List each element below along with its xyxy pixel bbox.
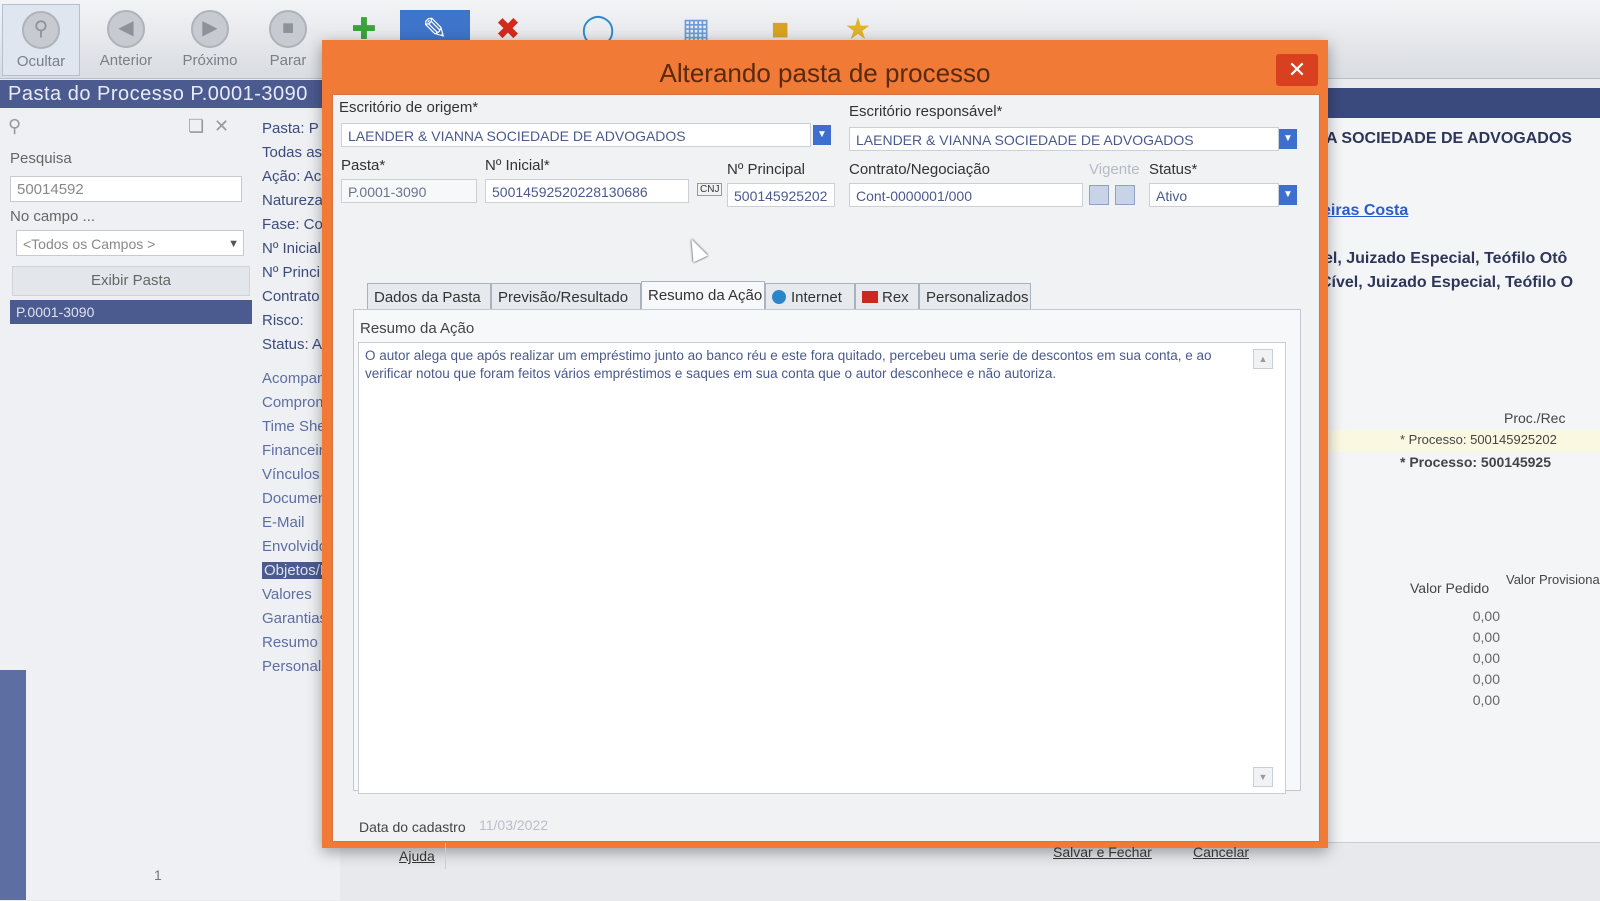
proc-2: * Processo: 500145925 <box>1400 454 1551 470</box>
cancel-button[interactable]: Cancelar <box>1193 839 1249 865</box>
status-label: Status* <box>1149 161 1198 178</box>
responsible-office-select[interactable]: LAENDER & VIANNA SOCIEDADE DE ADVOGADOS <box>849 127 1279 151</box>
field-label: No campo ... <box>10 208 96 225</box>
show-folder-button[interactable]: Exibir Pasta <box>12 266 250 296</box>
left-search-panel: ⚲ ❏ ✕ Pesquisa 50014592 No campo ... <To… <box>0 108 259 900</box>
summary-label: Resumo da Ação <box>360 320 475 337</box>
summary-textarea[interactable]: O autor alega que após realizar um empré… <box>358 342 1286 794</box>
tab-resumo-acao[interactable]: Resumo da Ação <box>641 281 765 311</box>
left-edge-strip <box>0 670 26 900</box>
tab-rex-label: Rex <box>882 289 909 306</box>
stop-button-label: Parar <box>269 52 307 69</box>
proc-1: * Processo: 500145925202 <box>1400 432 1557 447</box>
field-select[interactable]: <Todos os Campos > ▼ <box>16 230 244 256</box>
result-item-selected[interactable]: P.0001-3090 <box>10 300 252 324</box>
dialog-title: Alterando pasta de processo <box>659 58 991 88</box>
save-close-button[interactable]: Salvar e Fechar <box>1053 839 1152 865</box>
origin-office-select[interactable]: LAENDER & VIANNA SOCIEDADE DE ADVOGADOS <box>341 123 811 147</box>
tab-rex[interactable]: Rex <box>855 283 919 311</box>
dialog-body: Escritório de origem* LAENDER & VIANNA S… <box>332 94 1320 869</box>
clip-icon[interactable]: ❏ <box>188 116 204 137</box>
previous-button[interactable]: ◀ Anterior <box>88 4 164 74</box>
pasta-input[interactable]: P.0001-3090 <box>341 179 477 203</box>
globe-icon <box>772 290 786 304</box>
scroll-down-icon[interactable]: ▼ <box>1253 767 1273 787</box>
close-button[interactable]: ✕ <box>1276 54 1318 86</box>
summary-text: O autor alega que após realizar um empré… <box>365 348 1212 381</box>
flag-icon <box>862 291 878 303</box>
stop-icon: ■ <box>269 10 307 48</box>
stop-button[interactable]: ■ Parar <box>250 4 326 74</box>
arrow-left-icon: ◀ <box>107 10 145 48</box>
cnj-button[interactable]: CNJ <box>697 183 723 196</box>
field-select-value: <Todos os Campos > <box>23 236 156 252</box>
folder-title: Pasta do Processo P.0001-3090 <box>0 80 330 108</box>
main-number-input[interactable]: 500145925202 <box>727 183 835 207</box>
hide-button-label: Ocultar <box>16 53 66 70</box>
valor-5: 0,00 <box>1472 692 1500 708</box>
right-detail-area: A SOCIEDADE DE ADVOGADOS eiras Costa el,… <box>1300 88 1600 900</box>
origin-office-dropdown-icon[interactable]: ▼ <box>813 125 831 145</box>
court-line-1: el, Juizado Especial, Teófilo Otô <box>1324 250 1568 267</box>
next-button[interactable]: ▶ Próximo <box>172 4 248 74</box>
valor-1: 0,00 <box>1472 608 1500 624</box>
chevron-down-icon: ▼ <box>228 238 239 250</box>
tab-dados-pasta[interactable]: Dados da Pasta <box>367 283 491 311</box>
arrow-right-icon: ▶ <box>191 10 229 48</box>
registration-date-value: 11/03/2022 <box>479 817 549 833</box>
col-proc-rec: Proc./Rec <box>1504 410 1566 426</box>
bottom-status-strip: 1 <box>154 842 1600 901</box>
contract-label: Contrato/Negociação <box>849 161 990 178</box>
status-select[interactable]: Ativo <box>1149 183 1279 207</box>
search-input[interactable]: 50014592 <box>10 176 242 202</box>
col-valor-pedido: Valor Pedido <box>1410 580 1490 596</box>
search-row: ⚲ ❏ ✕ <box>8 116 248 142</box>
initial-number-label: Nº Inicial* <box>485 157 550 174</box>
vigente-label: Vigente <box>1089 161 1140 178</box>
hide-button[interactable]: ⚲ Ocultar <box>2 4 80 76</box>
checkbox-icon[interactable] <box>1115 185 1135 205</box>
court-line-2: Cível, Juizado Especial, Teófilo O <box>1320 274 1574 291</box>
close-icon: ✕ <box>1287 57 1307 82</box>
pasta-label: Pasta* <box>341 157 386 174</box>
col-valor-provisionado: Valor Provisiona <box>1506 572 1600 587</box>
valor-3: 0,00 <box>1472 650 1500 666</box>
valor-4: 0,00 <box>1472 671 1500 687</box>
status-dropdown-icon[interactable]: ▼ <box>1279 185 1297 205</box>
firm-name: A SOCIEDADE DE ADVOGADOS <box>1326 130 1572 147</box>
valor-2: 0,00 <box>1472 629 1500 645</box>
initial-number-input[interactable]: 50014592520228130686 <box>485 179 689 203</box>
tab-previsao-resultado[interactable]: Previsão/Resultado <box>491 283 641 311</box>
registration-date-label: Data do cadastro <box>359 819 466 835</box>
responsible-office-label: Escritório responsável* <box>849 103 1003 120</box>
tab-internet[interactable]: Internet <box>765 283 855 311</box>
responsible-link[interactable]: eiras Costa <box>1322 202 1408 220</box>
edit-folder-dialog: Alterando pasta de processo ✕ Escritório… <box>322 40 1328 869</box>
tab-personalizados[interactable]: Personalizados <box>919 283 1031 311</box>
close-icon[interactable]: ✕ <box>214 116 229 137</box>
help-button[interactable]: Ajuda <box>389 843 446 869</box>
responsible-office-dropdown-icon[interactable]: ▼ <box>1279 129 1297 149</box>
next-button-label: Próximo <box>182 52 238 69</box>
tab-panel-resumo: Resumo da Ação O autor alega que após re… <box>353 309 1301 794</box>
origin-office-label: Escritório de origem* <box>339 99 479 116</box>
previous-button-label: Anterior <box>99 52 153 69</box>
calendar-icon[interactable] <box>1089 185 1109 205</box>
search-label: Pesquisa <box>10 150 72 167</box>
main-number-label: Nº Principal <box>727 161 806 178</box>
magnifier-icon: ⚲ <box>22 11 60 49</box>
right-header-bar <box>1300 88 1600 118</box>
scroll-up-icon[interactable]: ▲ <box>1253 349 1273 369</box>
page-number[interactable]: 1 <box>154 867 162 883</box>
search-icon[interactable]: ⚲ <box>8 116 21 136</box>
contract-input[interactable]: Cont-0000001/000 <box>849 183 1083 207</box>
tab-internet-label: Internet <box>791 289 842 306</box>
